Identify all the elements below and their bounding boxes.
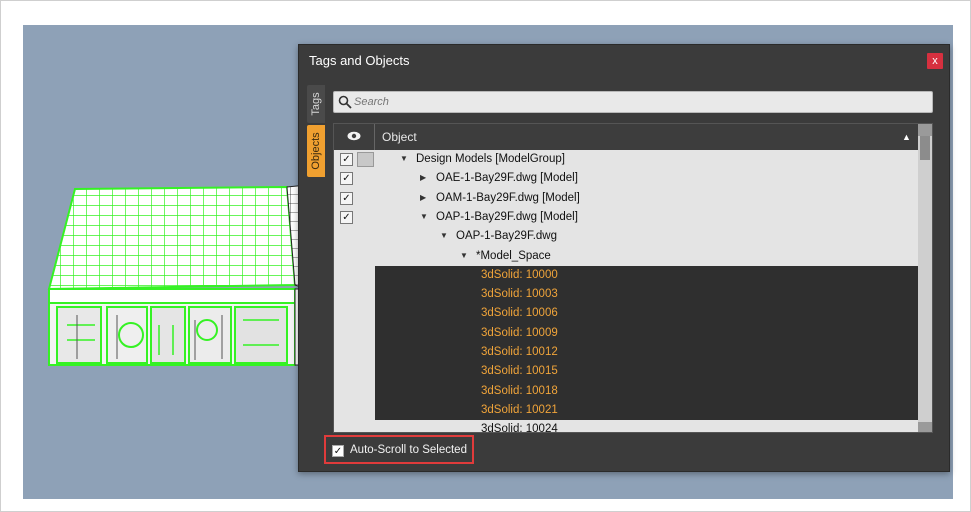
expand-right-icon[interactable]: ▶ [420, 173, 426, 182]
3d-model-wireframe[interactable] [47, 185, 307, 385]
tree-row-label: *Model_Space [476, 249, 551, 262]
tree-row[interactable]: 3dSolid: 10000 [375, 265, 920, 286]
tree-row-label: OAM-1-Bay29F.dwg [Model] [436, 191, 580, 204]
sort-ascending-icon[interactable]: ▲ [902, 132, 911, 142]
object-column-header[interactable]: Object [382, 130, 417, 144]
scroll-down-button[interactable] [918, 422, 932, 432]
tree-row-label: 3dSolid: 10003 [481, 288, 558, 301]
visibility-column-header[interactable] [334, 124, 375, 150]
grid-header: Object ▲ [334, 124, 918, 150]
tree-scrollbar[interactable] [918, 124, 932, 432]
expand-right-icon[interactable]: ▶ [420, 193, 426, 202]
eye-icon [347, 131, 361, 141]
expand-down-icon[interactable]: ▼ [440, 231, 448, 240]
tree-row[interactable]: ▼ *Model_Space [334, 247, 920, 266]
tree-row[interactable]: 3dSolid: 10006 [375, 304, 920, 324]
tree-row-label: OAE-1-Bay29F.dwg [Model] [436, 172, 578, 185]
tab-objects-label: Objects [310, 132, 322, 170]
tab-tags[interactable]: Tags [307, 85, 325, 123]
tree-row-label: 3dSolid: 10021 [481, 403, 558, 416]
scroll-up-button[interactable] [918, 124, 932, 136]
group-toggle-box[interactable] [357, 152, 374, 167]
auto-scroll-label: Auto-Scroll to Selected [350, 444, 467, 456]
tree-row-label: 3dSolid: 10009 [481, 326, 558, 339]
close-icon[interactable]: x [927, 53, 943, 69]
tree-row-label: 3dSolid: 10012 [481, 346, 558, 358]
screenshot-frame: Tags and Objects x Tags Objects Search O… [0, 0, 971, 512]
tags-and-objects-panel: Tags and Objects x Tags Objects Search O… [298, 44, 950, 472]
tree-row-label: 3dSolid: 10000 [481, 268, 558, 281]
tree-row[interactable]: 3dSolid: 10021 [375, 400, 920, 421]
expand-down-icon[interactable]: ▼ [460, 251, 468, 260]
tree-row[interactable]: 3dSolid: 10018 [375, 381, 920, 401]
tab-objects[interactable]: Objects [307, 125, 325, 177]
search-input[interactable] [354, 93, 924, 111]
tree-row-label: 3dSolid: 10024 [481, 423, 558, 433]
visibility-checkbox[interactable]: ✓ [340, 191, 353, 205]
tree-row-label: 3dSolid: 10018 [481, 384, 558, 397]
tree-row[interactable]: ▼ OAP-1-Bay29F.dwg [334, 227, 920, 246]
search-icon [338, 95, 352, 109]
tree-row[interactable]: 3dSolid: 10003 [375, 285, 920, 305]
tree-row-label: OAP-1-Bay29F.dwg [Model] [436, 210, 578, 223]
tree-row[interactable]: ✓ ▶ OAE-1-Bay29F.dwg [Model] [334, 169, 920, 188]
tree-row[interactable]: 3dSolid: 10015 [375, 362, 920, 382]
visibility-checkbox[interactable]: ✓ [340, 172, 353, 186]
tree-row-label: OAP-1-Bay29F.dwg [456, 230, 557, 243]
tree-row-label: Design Models [ModelGroup] [416, 153, 565, 165]
tree-rows: ✓ ▼ Design Models [ModelGroup] ✓ ▶ OAE-1-Bay2… [334, 150, 920, 433]
visibility-checkbox[interactable]: ✓ [340, 153, 353, 166]
expand-down-icon[interactable]: ▼ [400, 154, 408, 163]
search-box[interactable] [333, 91, 933, 113]
tree-row-label: 3dSolid: 10006 [481, 307, 558, 320]
auto-scroll-checkbox[interactable]: ✓ [332, 445, 344, 457]
scroll-thumb[interactable] [920, 136, 930, 160]
tree-row[interactable]: 3dSolid: 10009 [375, 323, 920, 343]
panel-title: Tags and Objects [309, 53, 410, 68]
tree-row[interactable]: ✓ ▼ Design Models [ModelGroup] [334, 150, 920, 169]
tree-row[interactable]: 3dSolid: 10012 [375, 343, 920, 363]
tree-row[interactable]: ✓ ▶ OAM-1-Bay29F.dwg [Model] [334, 189, 920, 208]
expand-down-icon[interactable]: ▼ [420, 212, 428, 221]
tree-row[interactable]: 3dSolid: 10024 [334, 420, 920, 433]
tree-row-label: 3dSolid: 10015 [481, 365, 558, 378]
auto-scroll-option[interactable]: ✓ Auto-Scroll to Selected [324, 435, 474, 464]
tree-row[interactable]: ✓ ▼ OAP-1-Bay29F.dwg [Model] [334, 208, 920, 227]
object-tree-grid: Object ▲ ✓ ▼ Design Models [ModelGroup] ✓ ▶ O… [333, 123, 933, 433]
visibility-checkbox[interactable]: ✓ [340, 210, 353, 224]
tab-tags-label: Tags [310, 92, 322, 116]
